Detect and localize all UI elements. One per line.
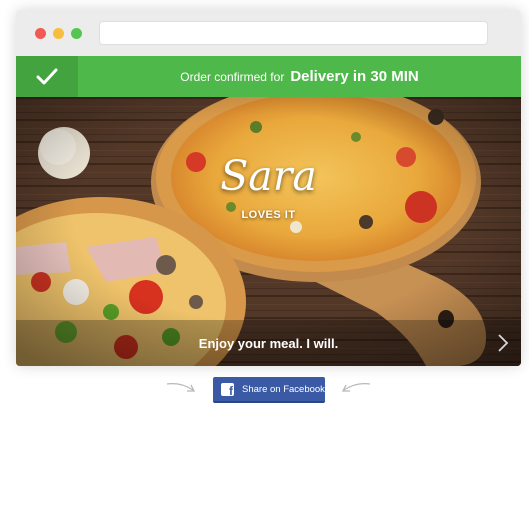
- delivery-time: Delivery in 30 MIN: [290, 68, 419, 85]
- customer-name: Sara: [220, 152, 317, 200]
- share-section: f Share on Facebook: [0, 376, 529, 404]
- share-button-label: Share on Facebook: [242, 383, 325, 395]
- close-window-button[interactable]: [35, 28, 46, 39]
- browser-window: Order confirmed for Delivery in 30 MIN S…: [16, 10, 521, 366]
- minimize-window-button[interactable]: [53, 28, 64, 39]
- share-on-facebook-button[interactable]: f Share on Facebook: [213, 377, 325, 403]
- banner-message: Order confirmed for Delivery in 30 MIN: [78, 56, 521, 97]
- address-bar[interactable]: [99, 21, 488, 45]
- pointing-arrow-icon: [341, 382, 371, 392]
- banner-prefix: Order confirmed for: [180, 69, 285, 84]
- facebook-icon: f: [221, 382, 234, 397]
- caption-bar: Enjoy your meal. I will.: [16, 320, 521, 366]
- maximize-window-button[interactable]: [71, 28, 82, 39]
- caption-text: Enjoy your meal. I will.: [198, 335, 339, 351]
- confirmation-banner: Order confirmed for Delivery in 30 MIN: [16, 56, 521, 97]
- browser-titlebar: [16, 10, 521, 56]
- hero-image: Sara LOVES IT Enjoy your meal. I will.: [16, 97, 521, 366]
- checkmark-icon: [16, 56, 78, 97]
- pointing-arrow-icon: [166, 382, 196, 392]
- chevron-right-icon[interactable]: [497, 333, 509, 353]
- loves-it-tagline: LOVES IT: [241, 209, 296, 221]
